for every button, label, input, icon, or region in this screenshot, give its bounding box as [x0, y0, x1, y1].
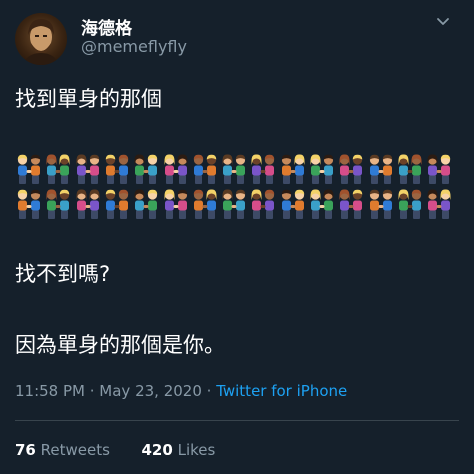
chevron-down-icon[interactable] — [435, 14, 451, 30]
couple-emoji-icon — [76, 189, 100, 219]
couple-emoji-icon — [369, 189, 392, 219]
couple-emoji-icon — [134, 154, 158, 184]
profile-photo-icon — [23, 19, 59, 65]
tweet-stats: 76 Retweets 420 Likes — [15, 441, 215, 459]
couple-emoji-icon — [76, 154, 99, 184]
couple-emoji-icon — [46, 154, 70, 184]
couple-emoji-icon — [427, 154, 451, 184]
couple-emoji-icon — [193, 189, 217, 219]
tweet-time[interactable]: 11:58 PM — [15, 382, 85, 400]
couple-emoji-icon — [164, 154, 187, 184]
retweets-count[interactable]: 76 — [15, 441, 36, 459]
likes-label[interactable]: Likes — [178, 441, 216, 459]
couple-emoji-icon — [222, 189, 246, 219]
tweet-source-link[interactable]: Twitter for iPhone — [216, 382, 347, 400]
couple-emoji-icon — [281, 189, 304, 219]
couple-emoji-icon — [310, 189, 334, 219]
tweet-text-line-2: 找不到嗎? — [15, 262, 111, 286]
couple-emoji-icon — [17, 154, 41, 184]
couple-emoji-icon — [398, 189, 422, 219]
tweet-text-line-3: 因為單身的那個是你。 — [15, 333, 225, 357]
couple-emoji-icon — [17, 189, 41, 219]
emoji-row-1 — [15, 153, 455, 185]
retweets-label[interactable]: Retweets — [41, 441, 110, 459]
tweet-card: 海德格 @memeflyfly 找到單身的那個 找不到嗎? 因為單身的那個是你。… — [0, 0, 474, 474]
couple-emoji-icon — [105, 189, 129, 219]
couple-emoji-icon — [339, 189, 363, 219]
couple-emoji-icon — [105, 154, 129, 184]
meta-separator: · — [84, 382, 100, 400]
tweet-meta: 11:58 PM · May 23, 2020 · Twitter for iP… — [15, 382, 347, 400]
couple-emoji-icon — [369, 154, 392, 184]
meta-separator: · — [201, 382, 217, 400]
couple-emoji-icon — [310, 154, 334, 184]
couple-emoji-icon — [251, 189, 275, 219]
avatar[interactable] — [15, 13, 67, 65]
couple-emoji-icon — [398, 154, 422, 184]
tweet-date[interactable]: May 23, 2020 — [99, 382, 202, 400]
couple-emoji-icon — [46, 189, 70, 219]
emoji-row-2 — [15, 188, 455, 220]
likes-count[interactable]: 420 — [142, 441, 173, 459]
tweet-text-line-1: 找到單身的那個 — [15, 87, 162, 111]
user-handle[interactable]: @memeflyfly — [81, 37, 187, 56]
display-name[interactable]: 海德格 — [81, 14, 132, 39]
couple-emoji-icon — [222, 154, 246, 184]
divider — [15, 420, 459, 421]
couple-emoji-icon — [281, 154, 305, 184]
couple-emoji-icon — [134, 189, 158, 219]
couple-emoji-icon — [427, 189, 451, 219]
couple-emoji-icon — [251, 154, 275, 184]
couple-emoji-icon — [164, 189, 187, 219]
couple-emoji-icon — [339, 154, 363, 184]
couple-emoji-icon — [193, 154, 217, 184]
